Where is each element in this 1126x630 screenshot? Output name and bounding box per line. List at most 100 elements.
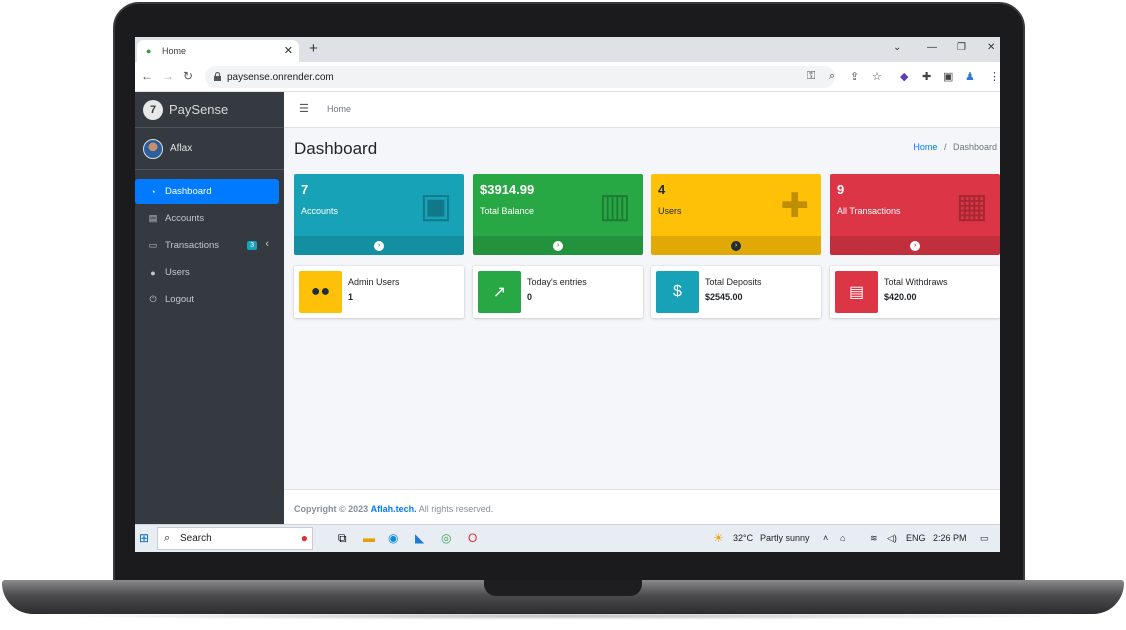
network-icon[interactable]: ⌂ [840, 533, 845, 543]
puzzle-icon[interactable]: ✚ [922, 70, 931, 83]
sidebar: 7 PaySense Aflax ◔ Dashboard ▤ Accounts … [135, 92, 284, 524]
sidebar-item-dashboard[interactable]: ◔ Dashboard [135, 179, 279, 204]
os-taskbar: ⊞ ⌕ Search ● ⧉ ▬ ◉ ◣ ◎ O ☀ 32°C Partly s… [135, 524, 1000, 552]
user-icon: ● [150, 267, 156, 278]
back-icon[interactable]: ← [141, 69, 153, 83]
accounts-icon: ▤ [148, 213, 158, 223]
browser-toolbar: ← → ↻ paysense.onrender.com ⚿ ⌕ ⇪ ☆ ◆ ✚ … [135, 62, 1000, 92]
arrow-circle-right-icon: › [910, 240, 920, 251]
share-icon[interactable]: ⇪ [850, 70, 859, 83]
sidebar-item-label: Users [165, 267, 190, 278]
address-bar[interactable]: paysense.onrender.com [205, 66, 835, 88]
sidebar-item-accounts[interactable]: ▤ Accounts [135, 206, 279, 231]
sidebar-item-logout[interactable]: ⏻ Logout [135, 287, 279, 312]
tab-title: Home [162, 46, 187, 56]
stat-label: Total Balance [480, 206, 535, 216]
info-title: Today's entries [527, 277, 587, 287]
laptop-shadow [40, 612, 1086, 620]
new-tab-button[interactable]: + [309, 40, 318, 57]
reload-icon[interactable]: ↻ [183, 69, 193, 83]
profile-icon[interactable]: ♟ [965, 70, 975, 83]
user-name: Aflax [170, 143, 193, 154]
opera-icon[interactable]: O [468, 531, 477, 545]
hamburger-icon[interactable]: ☰ [299, 102, 309, 115]
notification-icon[interactable]: ▭ [980, 533, 989, 544]
breadcrumb-home[interactable]: Home [913, 142, 937, 152]
zoom-icon[interactable]: ⌕ [829, 70, 835, 83]
task-view-icon[interactable]: ⧉ [338, 531, 347, 546]
restore-icon[interactable]: ❐ [957, 42, 966, 53]
page-title: Dashboard [294, 139, 378, 158]
info-box-total-withdraws: ▤ Total Withdraws $420.00 [830, 266, 1000, 318]
key-icon[interactable]: ⚿ [807, 70, 815, 83]
footer-copyright: Copyright © 2023 [294, 504, 369, 514]
id-card-icon: ▣ [419, 187, 452, 225]
forward-icon[interactable]: → [162, 69, 174, 83]
stat-label: Accounts [301, 206, 339, 216]
stat-more-info[interactable]: › [830, 236, 1000, 255]
tab-close-icon[interactable]: ✕ [284, 44, 293, 57]
file-explorer-icon[interactable]: ▬ [363, 531, 375, 545]
stat-more-info[interactable]: › [651, 236, 821, 255]
avatar [143, 138, 163, 159]
chevron-left-icon[interactable]: ‹ [265, 238, 269, 250]
taskbar-search[interactable]: ⌕ Search ● [157, 527, 313, 550]
arrow-circle-right-icon: › [553, 240, 563, 251]
footer-company-link[interactable]: Aflah.tech. [371, 504, 417, 514]
stat-box-transactions: 9 All Transactions ▦ › [830, 174, 1000, 255]
info-value: $420.00 [884, 292, 917, 302]
minimize-icon[interactable]: — [927, 42, 937, 53]
info-value: 1 [348, 292, 354, 302]
weather-icon: ☀ [713, 531, 724, 545]
sidebar-item-users[interactable]: ● Users [135, 260, 279, 285]
bar-chart-icon: ▦ [955, 187, 988, 225]
stat-more-info[interactable]: › [294, 236, 464, 255]
sidebar-item-label: Logout [165, 294, 195, 305]
wifi-icon[interactable]: ≋ [870, 533, 878, 544]
stat-value: 9 [837, 182, 845, 197]
breadcrumb-current: Dashboard [952, 142, 997, 152]
nav-home-link[interactable]: Home [327, 104, 351, 114]
weather-desc: Partly sunny [760, 533, 810, 543]
close-window-icon[interactable]: ✕ [987, 42, 995, 53]
windows-start-icon[interactable]: ⊞ [139, 531, 149, 545]
arrow-circle-right-icon: › [731, 240, 741, 251]
stat-value: 4 [658, 182, 666, 197]
clock[interactable]: 2:26 PM [933, 533, 967, 543]
info-value: $2545.00 [705, 292, 743, 302]
lock-icon [214, 72, 221, 81]
brand[interactable]: 7 PaySense [135, 92, 284, 128]
cash-register-icon: ▤ [835, 271, 878, 313]
menu-kebab-icon[interactable]: ⋮ [989, 70, 1000, 83]
chrome-icon[interactable]: ◎ [441, 531, 451, 545]
chevron-up-icon[interactable]: ˄ [823, 533, 828, 543]
stat-value: 7 [301, 182, 309, 197]
language-indicator[interactable]: ENG [906, 533, 926, 543]
laptop-notch [484, 580, 642, 596]
browser-tab[interactable]: ● Home ✕ [137, 40, 299, 62]
sidebar-menu: ◔ Dashboard ▤ Accounts ▭ Transactions 3 … [135, 170, 284, 312]
brand-name: PaySense [169, 102, 229, 117]
taskbar-search-label: Search [180, 533, 212, 544]
tab-search-icon[interactable]: ⌄ [893, 42, 901, 53]
info-box-todays-entries: ↗ Today's entries 0 [473, 266, 643, 318]
sidebar-item-label: Transactions [165, 240, 220, 251]
user-panel[interactable]: Aflax [135, 128, 284, 170]
extension-icon[interactable]: ◆ [900, 70, 908, 83]
users-icon: ●● [299, 271, 342, 313]
edge-icon[interactable]: ◉ [388, 531, 398, 545]
sidebar-item-label: Accounts [165, 213, 205, 224]
breadcrumb-separator: / [943, 142, 947, 152]
vscode-icon[interactable]: ◣ [415, 531, 424, 545]
stat-more-info[interactable]: › [473, 236, 643, 255]
sidebar-item-transactions[interactable]: ▭ Transactions 3 ‹ [135, 233, 279, 258]
info-box-total-deposits: $ Total Deposits $2545.00 [651, 266, 821, 318]
volume-icon[interactable]: ◁) [887, 533, 897, 544]
footer-rights: All rights reserved. [418, 504, 494, 514]
trend-icon: ↗ [478, 271, 521, 313]
deposit-icon: $ [656, 271, 699, 313]
browser-tabbar: ● Home ✕ + ⌄ — ❐ ✕ [135, 37, 1000, 62]
arrow-circle-right-icon: › [374, 240, 384, 251]
sidepanel-icon[interactable]: ▣ [943, 70, 953, 83]
bookmark-star-icon[interactable]: ☆ [872, 70, 882, 83]
